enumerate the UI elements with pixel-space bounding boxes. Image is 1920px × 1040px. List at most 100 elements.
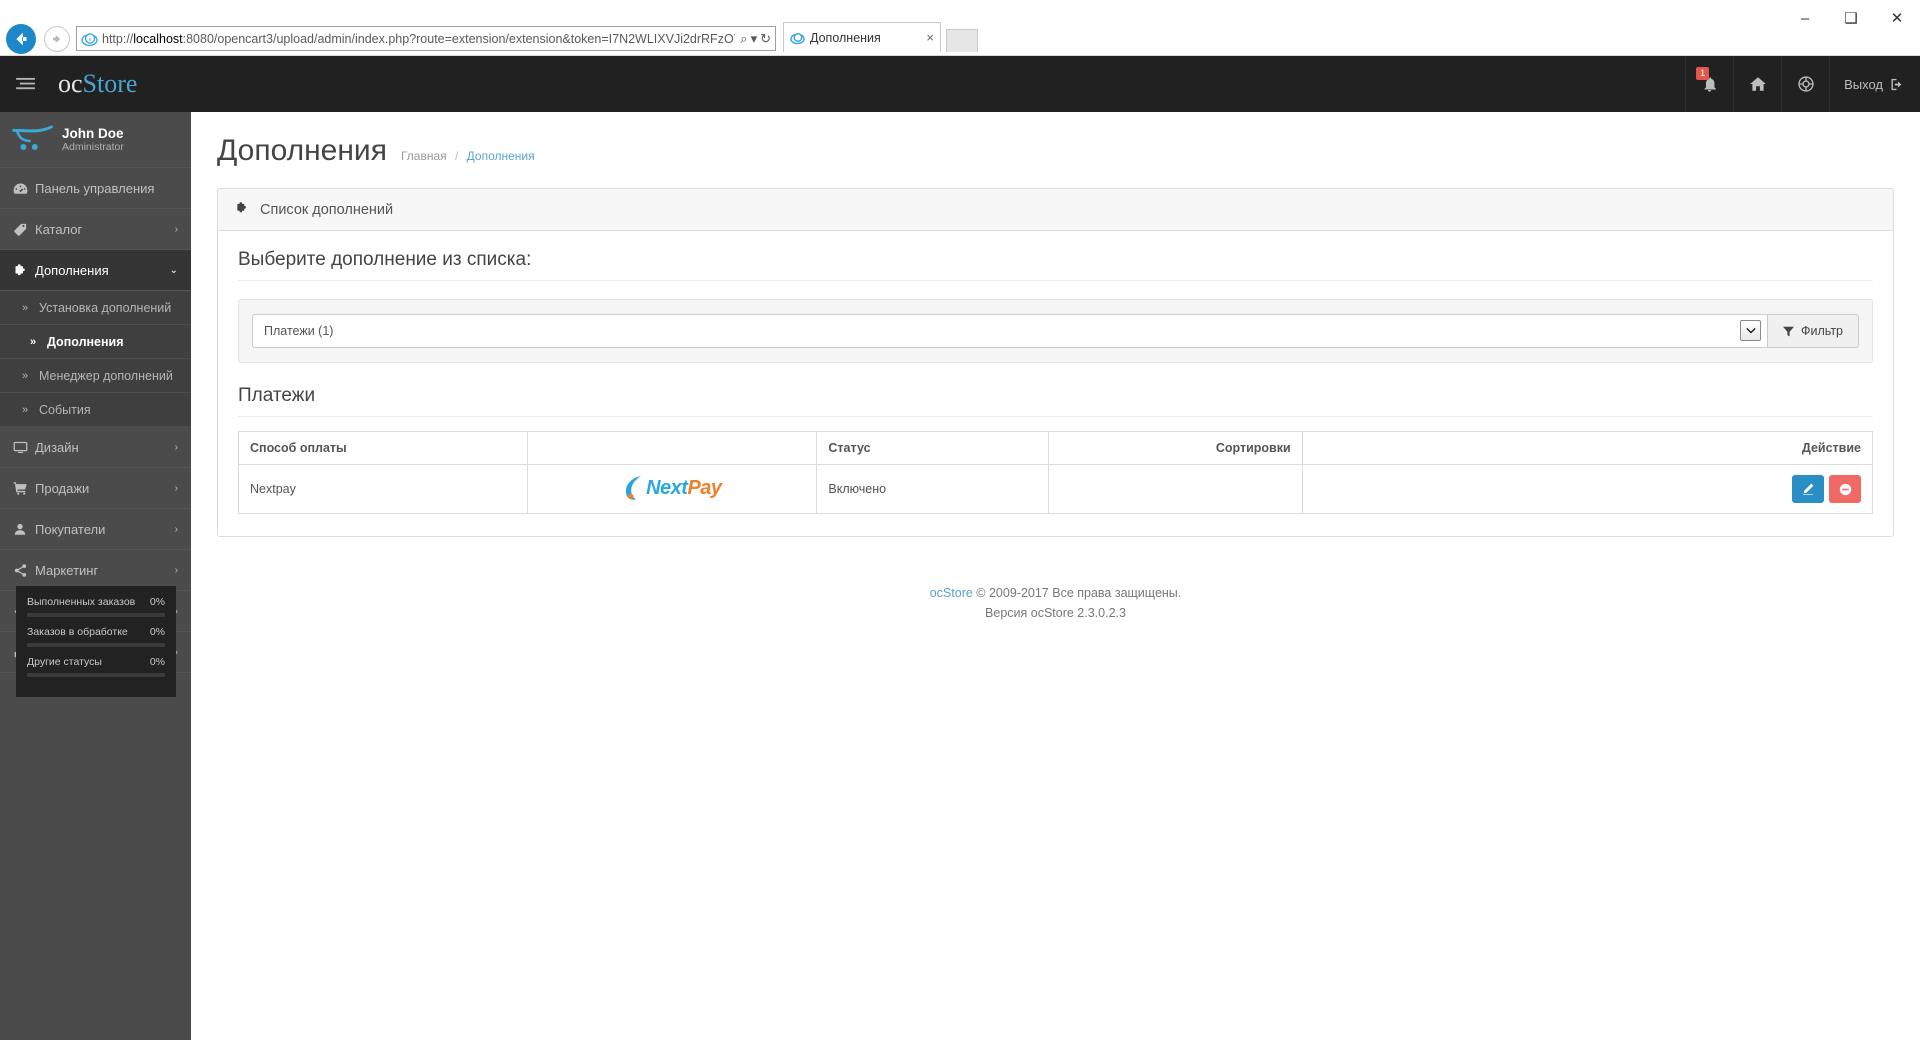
- minimize-button[interactable]: –: [1782, 3, 1828, 33]
- window-controls: – ❑ ✕: [1782, 0, 1920, 36]
- footer: ocStore © 2009-2017 Все права защищены. …: [191, 583, 1920, 623]
- sidebar-item-sales[interactable]: Продажи ›: [0, 468, 191, 509]
- nextpay-logo-icon: Next Pay: [623, 474, 722, 502]
- notification-badge: 1: [1696, 67, 1710, 80]
- logout-button[interactable]: Выход: [1829, 56, 1920, 112]
- search-icon[interactable]: ⌕: [740, 31, 747, 47]
- url-text: http://localhost:8080/opencart3/upload/a…: [102, 31, 735, 46]
- sidebar-item-customers[interactable]: Покупатели ›: [0, 509, 191, 550]
- stat-label: Выполненных заказов: [27, 596, 136, 608]
- admin-header: ocStore 1 Выход: [0, 56, 1920, 112]
- home-icon: [1749, 77, 1766, 91]
- sidebar-subitem-events[interactable]: » События: [0, 393, 191, 427]
- notifications-button[interactable]: 1: [1685, 56, 1733, 112]
- sidebar-item-label: Панель управления: [35, 180, 155, 196]
- stat-value: 0%: [149, 596, 165, 608]
- panel-heading-label: Список дополнений: [260, 201, 394, 218]
- chevron-icon: ›: [174, 223, 178, 235]
- sidebar-item-design[interactable]: Дизайн ›: [0, 427, 191, 468]
- brand-logo[interactable]: ocStore: [58, 69, 137, 99]
- sidebar-item-extensions[interactable]: Дополнения ⌄: [0, 250, 191, 291]
- payments-table: Способ оплаты Статус Сортировки Действие…: [237, 431, 1874, 514]
- tab-favicon: [790, 33, 805, 45]
- sidebar-subitem-label: Установка дополнений: [39, 300, 172, 315]
- maximize-button[interactable]: ❑: [1828, 3, 1874, 33]
- filter-button[interactable]: Фильтр: [1768, 314, 1859, 348]
- tab-title: Дополнения: [810, 30, 881, 45]
- browser-tab[interactable]: Дополнения ×: [783, 22, 941, 52]
- double-chevron-icon: »: [22, 403, 29, 416]
- footer-link-ocstore[interactable]: ocStore: [930, 586, 973, 600]
- sidebar-item-dashboard[interactable]: Панель управления: [0, 168, 191, 209]
- sidebar-subitem-label: Дополнения: [47, 334, 124, 349]
- chevron-icon: ›: [174, 441, 178, 453]
- sidebar-item-catalog[interactable]: Каталог ›: [0, 209, 191, 250]
- extensions-panel: Список дополнений Выберите дополнение из…: [217, 188, 1894, 537]
- edit-extension-button[interactable]: [1792, 475, 1824, 503]
- support-button[interactable]: [1781, 56, 1829, 112]
- sidebar-subitem-label: Менеджер дополнений: [39, 368, 173, 383]
- sidebar-subitem-extensions[interactable]: » Дополнения: [0, 325, 191, 359]
- user-role: Administrator: [62, 141, 124, 154]
- double-chevron-icon: »: [22, 369, 29, 382]
- stat-value: 0%: [149, 626, 165, 638]
- cart-icon: [13, 481, 35, 496]
- stat-row: Другие статусы 0%: [27, 656, 165, 677]
- panel-heading: Список дополнений: [218, 189, 1893, 231]
- tab-close-icon[interactable]: ×: [926, 30, 934, 45]
- dashboard-icon: [13, 182, 35, 195]
- column-header-sort: Сортировки: [1048, 431, 1303, 465]
- extension-type-select-wrapper: Платежи (1): [252, 314, 1768, 348]
- panel-body: Выберите дополнение из списка: Платежи (…: [218, 231, 1893, 536]
- sidebar-toggle-icon[interactable]: [0, 56, 50, 112]
- user-name: John Doe: [62, 125, 124, 141]
- chevron-icon: ›: [174, 564, 178, 576]
- address-bar[interactable]: e http://localhost:8080/opencart3/upload…: [76, 26, 776, 51]
- new-tab-button[interactable]: [946, 29, 978, 52]
- brand-store: Store: [82, 69, 138, 98]
- extension-type-select[interactable]: Платежи (1): [252, 314, 1768, 348]
- double-chevron-icon: »: [22, 301, 29, 314]
- refresh-icon[interactable]: ↻: [760, 31, 771, 47]
- uninstall-extension-button[interactable]: [1829, 475, 1861, 503]
- sidebar-item-label: Дополнения: [35, 262, 109, 278]
- cell-sort-order: [1048, 464, 1303, 514]
- user-profile[interactable]: John Doe Administrator: [0, 112, 191, 168]
- breadcrumb-home[interactable]: Главная: [401, 149, 447, 163]
- sidebar-item-marketing[interactable]: Маркетинг ›: [0, 550, 191, 591]
- order-stats-panel: Выполненных заказов 0% Заказов в обработ…: [16, 586, 176, 697]
- page-header: Дополнения Главная / Дополнения: [191, 112, 1920, 168]
- chevron-down-icon[interactable]: ▾: [751, 31, 758, 47]
- brand-oc: oc: [58, 69, 83, 98]
- minus-circle-icon: [1839, 483, 1851, 495]
- chevron-icon: ›: [174, 523, 178, 535]
- breadcrumb-current[interactable]: Дополнения: [467, 149, 535, 163]
- back-button[interactable]: [6, 24, 36, 54]
- stat-progress-bar: [27, 673, 165, 677]
- logout-icon: [1891, 78, 1902, 90]
- table-title: Платежи: [238, 363, 1873, 417]
- monitor-icon: [13, 440, 35, 455]
- internet-explorer-icon: e: [81, 33, 98, 47]
- stat-row: Выполненных заказов 0%: [27, 596, 165, 617]
- footer-copyright: © 2009-2017 Все права защищены.: [972, 586, 1182, 600]
- close-window-button[interactable]: ✕: [1874, 3, 1920, 33]
- cell-status: Включено: [816, 464, 1050, 514]
- table-header-row: Способ оплаты Статус Сортировки Действие: [237, 431, 1874, 465]
- column-header-method: Способ оплаты: [237, 431, 529, 465]
- browser-chrome: – ❑ ✕ e http://localhost:8080/opencart3/…: [0, 0, 1920, 56]
- puzzle-icon: [13, 263, 35, 278]
- sidebar-item-label: Продажи: [35, 480, 90, 496]
- home-button[interactable]: [1733, 56, 1781, 112]
- share-icon: [13, 563, 35, 578]
- sidebar-item-label: Маркетинг: [35, 562, 99, 578]
- address-bar-icons: ⌕ ▾ ↻: [735, 31, 771, 47]
- sidebar-subitem-modifications[interactable]: » Менеджер дополнений: [0, 359, 191, 393]
- stat-progress-bar: [27, 613, 165, 617]
- cell-actions: [1301, 464, 1874, 514]
- sidebar-subitem-installer[interactable]: » Установка дополнений: [0, 291, 191, 325]
- lifebuoy-icon: [1797, 76, 1814, 92]
- table-row: Nextpay Next Pay Включено: [237, 464, 1874, 514]
- forward-button[interactable]: [44, 26, 70, 52]
- user-icon: [13, 522, 35, 537]
